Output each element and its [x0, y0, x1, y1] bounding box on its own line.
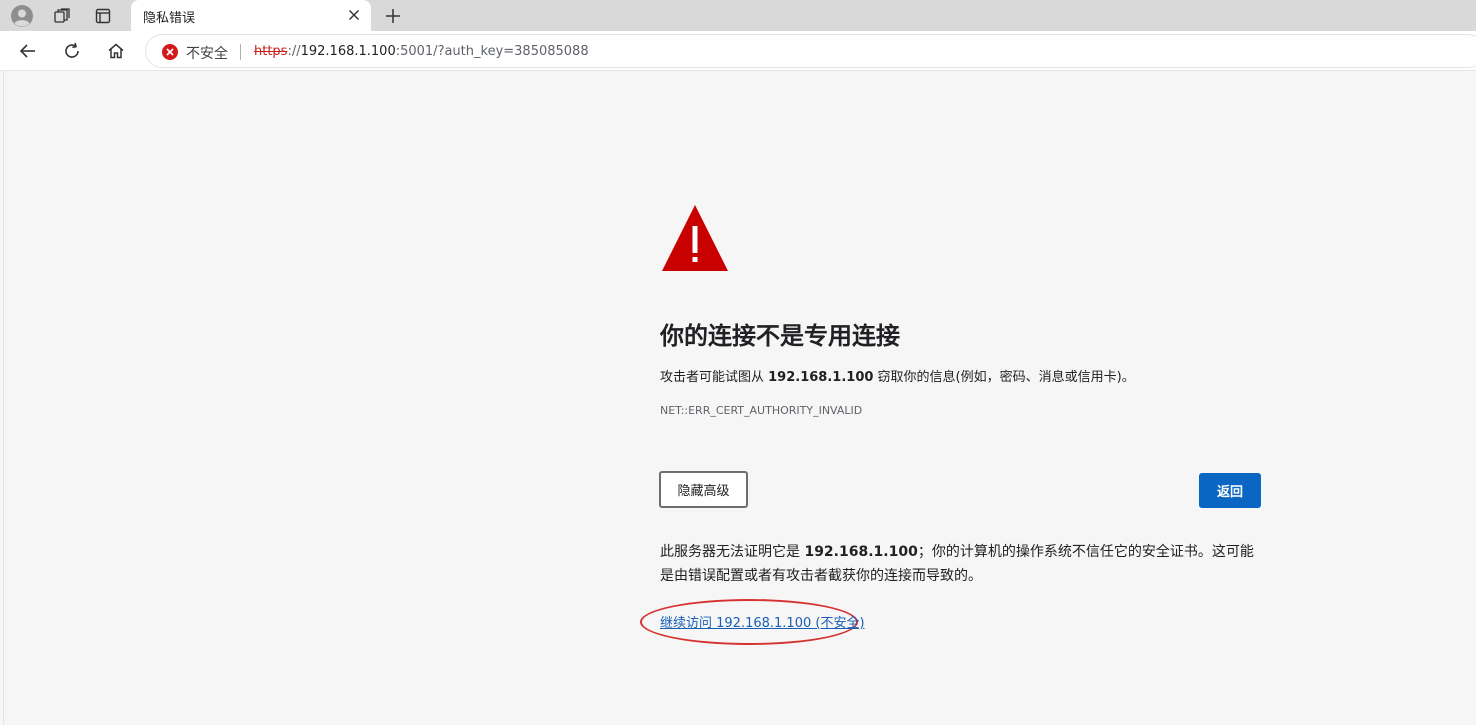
page-title: 你的连接不是专用连接	[660, 322, 900, 350]
proceed-unsafe-link[interactable]: 继续访问 192.168.1.100 (不安全)	[660, 612, 865, 631]
home-icon[interactable]	[101, 36, 131, 66]
url-host: 192.168.1.100	[300, 44, 396, 59]
back-button[interactable]: 返回	[1199, 473, 1261, 508]
desc-host: 192.168.1.100	[768, 370, 874, 385]
address-bar[interactable]: 不安全 https://192.168.1.100:5001/?auth_key…	[145, 34, 1476, 68]
tab-actions-icon[interactable]	[90, 3, 116, 29]
security-label[interactable]: 不安全	[186, 43, 228, 63]
url-text[interactable]: https://192.168.1.100:5001/?auth_key=385…	[254, 44, 589, 59]
omnibox-divider	[240, 44, 241, 60]
url-tail: :5001/?auth_key=385085088	[395, 44, 589, 59]
detail-prefix: 此服务器无法证明它是	[660, 544, 805, 560]
tab-title: 隐私错误	[143, 11, 196, 26]
not-secure-icon[interactable]	[162, 44, 178, 60]
close-icon[interactable]	[343, 4, 365, 26]
warning-triangle-icon	[661, 204, 729, 276]
error-description: 攻击者可能试图从 192.168.1.100 窃取你的信息(例如，密码、消息或信…	[660, 366, 1135, 385]
hide-advanced-button[interactable]: 隐藏高级	[659, 471, 748, 508]
tab-strip: 隐私错误	[0, 0, 1476, 31]
collections-icon[interactable]	[49, 3, 75, 29]
error-page: 你的连接不是专用连接 攻击者可能试图从 192.168.1.100 窃取你的信息…	[3, 71, 1476, 725]
new-tab-icon[interactable]	[380, 3, 406, 29]
refresh-icon[interactable]	[57, 36, 87, 66]
desc-suffix: 窃取你的信息(例如，密码、消息或信用卡)。	[873, 370, 1135, 385]
tab-privacy-error[interactable]: 隐私错误	[131, 0, 371, 31]
back-icon[interactable]	[13, 36, 43, 66]
url-scheme: https	[254, 44, 288, 59]
error-code: NET::ERR_CERT_AUTHORITY_INVALID	[660, 404, 863, 417]
detail-host: 192.168.1.100	[804, 544, 918, 560]
url-separator: ://	[287, 44, 301, 59]
profile-icon[interactable]	[9, 3, 35, 29]
advanced-details: 此服务器无法证明它是 192.168.1.100；你的计算机的操作系统不信任它的…	[660, 540, 1262, 588]
browser-toolbar: 不安全 https://192.168.1.100:5001/?auth_key…	[0, 31, 1476, 71]
desc-prefix: 攻击者可能试图从	[660, 370, 769, 385]
